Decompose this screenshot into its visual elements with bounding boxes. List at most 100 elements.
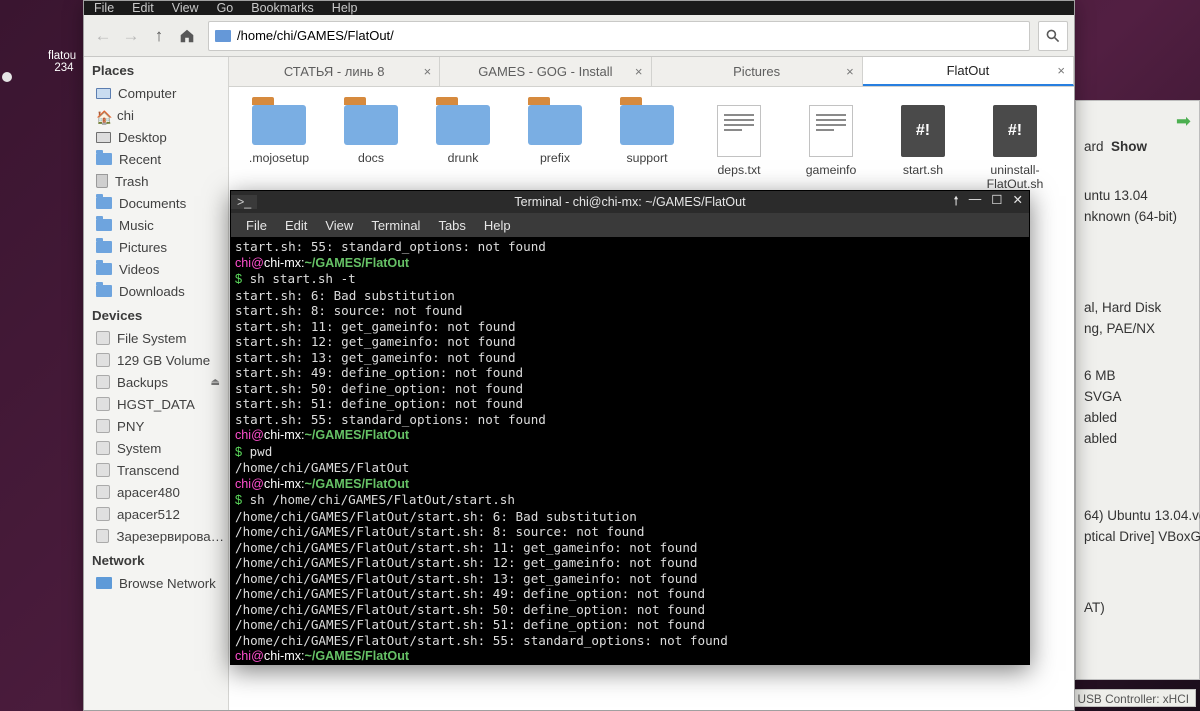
file-item-3[interactable]: prefix [515, 105, 595, 191]
term-menu-tabs[interactable]: Tabs [431, 215, 472, 236]
fm-menu-go[interactable]: Go [217, 1, 234, 15]
tab-close-icon[interactable]: × [424, 64, 432, 79]
sidebar-item-devices-4[interactable]: PNY [84, 415, 228, 437]
tab-close-icon[interactable]: × [846, 64, 854, 79]
term-menu-help[interactable]: Help [477, 215, 518, 236]
term-menu-terminal[interactable]: Terminal [364, 215, 427, 236]
file-item-2[interactable]: drunk [423, 105, 503, 191]
fm-menu-view[interactable]: View [172, 1, 199, 15]
fm-toolbar: ← → ↑ [84, 15, 1074, 57]
tab-label: FlatOut [947, 63, 990, 78]
sidebar-item-label: Browse Network [119, 576, 216, 591]
desktop-applet-circle [2, 72, 12, 82]
term-menu-edit[interactable]: Edit [278, 215, 314, 236]
sidebar-item-label: PNY [117, 419, 144, 434]
sidebar-item-devices-5[interactable]: System [84, 437, 228, 459]
tab-label: СТАТЬЯ - линь 8 [284, 64, 385, 79]
fm-menu-file[interactable]: File [94, 1, 114, 15]
background-window-right: ➡ ard Show untu 13.04 nknown (64-bit) al… [1075, 100, 1200, 680]
sidebar-item-devices-9[interactable]: Зарезервирова… [84, 525, 228, 547]
tab-label: Pictures [733, 64, 780, 79]
search-icon [1045, 28, 1061, 44]
tab-1[interactable]: GAMES - GOG - Install× [440, 57, 651, 86]
sidebar-item-label: Desktop [118, 130, 167, 145]
window-rollup-button[interactable]: 🠕 [953, 192, 958, 213]
sidebar-item-places-4[interactable]: Trash [84, 170, 228, 192]
sidebar-item-places-6[interactable]: Music [84, 214, 228, 236]
file-label: drunk [448, 151, 479, 165]
sidebar-item-label: Downloads [119, 284, 185, 299]
sidebar-item-label: System [117, 441, 161, 456]
terminal-menubar[interactable]: FileEditViewTerminalTabsHelp [231, 213, 1029, 237]
term-menu-file[interactable]: File [239, 215, 274, 236]
background-statusbar: USB Controller: xHCI [1071, 689, 1196, 707]
tab-2[interactable]: Pictures × [652, 57, 863, 86]
search-button[interactable] [1038, 21, 1068, 51]
sidebar-item-places-5[interactable]: Documents [84, 192, 228, 214]
file-item-5[interactable]: deps.txt [699, 105, 779, 191]
file-item-0[interactable]: .mojosetup [239, 105, 319, 191]
sidebar-item-label: Trash [115, 174, 149, 189]
sidebar-item-devices-1[interactable]: 129 GB Volume [84, 349, 228, 371]
fm-tabs: СТАТЬЯ - линь 8×GAMES - GOG - Install×Pi… [229, 57, 1074, 87]
sidebar-item-places-3[interactable]: Recent [84, 148, 228, 170]
file-label: deps.txt [717, 163, 760, 177]
sidebar-item-devices-6[interactable]: Transcend [84, 459, 228, 481]
term-menu-view[interactable]: View [318, 215, 360, 236]
nav-home-button[interactable] [174, 23, 200, 49]
tab-close-icon[interactable]: × [1057, 63, 1065, 78]
tab-close-icon[interactable]: × [635, 64, 643, 79]
folder-icon [436, 105, 490, 145]
window-minimize-button[interactable]: — [969, 192, 982, 213]
sidebar-item-devices-3[interactable]: HGST_DATA [84, 393, 228, 415]
file-item-7[interactable]: #!start.sh [883, 105, 963, 191]
sidebar-item-label: Music [119, 218, 154, 233]
sidebar-item-network-0[interactable]: Browse Network [84, 572, 228, 594]
sidebar-item-label: Videos [119, 262, 159, 277]
tab-3[interactable]: FlatOut × [863, 57, 1074, 86]
eject-icon[interactable]: ⏏ [211, 377, 224, 388]
sidebar-item-label: Recent [119, 152, 161, 167]
dock-icon-label: flatou 234 [48, 50, 76, 74]
sidebar-item-places-7[interactable]: Pictures [84, 236, 228, 258]
path-bar[interactable] [208, 21, 1030, 51]
script-file-icon: #! [901, 105, 945, 157]
file-item-8[interactable]: #!uninstall-FlatOut.sh [975, 105, 1055, 191]
nav-forward-button[interactable]: → [118, 23, 144, 49]
sidebar-item-places-9[interactable]: Downloads [84, 280, 228, 302]
sidebar-item-label: chi [117, 108, 134, 123]
nav-back-button[interactable]: ← [90, 23, 116, 49]
sidebar-item-label: Зарезервирова… [116, 529, 224, 544]
file-item-6[interactable]: gameinfo [791, 105, 871, 191]
sidebar-item-devices-2[interactable]: Backups ⏏ [84, 371, 228, 393]
fm-iconview[interactable]: .mojosetup docs drunk prefixsupport deps.txt… [229, 87, 1074, 201]
sidebar-item-label: Computer [118, 86, 176, 101]
folder-icon [344, 105, 398, 145]
tab-0[interactable]: СТАТЬЯ - линь 8 × [229, 57, 440, 86]
file-item-1[interactable]: docs [331, 105, 411, 191]
path-input[interactable] [237, 28, 1023, 43]
nav-up-button[interactable]: ↑ [146, 23, 172, 49]
window-maximize-button[interactable]: ☐ [991, 192, 1002, 213]
sidebar-item-places-1[interactable]: 🏠chi [84, 104, 228, 126]
terminal-body[interactable]: start.sh: 55: standard_options: not foun… [231, 237, 1029, 664]
sidebar-item-devices-7[interactable]: apacer480 [84, 481, 228, 503]
sidebar-item-places-8[interactable]: Videos [84, 258, 228, 280]
window-close-button[interactable]: ✕ [1013, 192, 1023, 213]
terminal-titlebar[interactable]: >_ Terminal - chi@chi-mx: ~/GAMES/FlatOu… [231, 191, 1029, 213]
titlebar-prompt-icon: >_ [231, 195, 257, 209]
fm-menu-bookmarks[interactable]: Bookmarks [251, 1, 314, 15]
text-file-icon [809, 105, 853, 157]
sidebar-item-label: Backups [117, 375, 168, 390]
sidebar-item-places-2[interactable]: Desktop [84, 126, 228, 148]
fm-menu-edit[interactable]: Edit [132, 1, 154, 15]
sidebar-item-devices-8[interactable]: apacer512 [84, 503, 228, 525]
fm-menubar[interactable]: File Edit View Go Bookmarks Help [84, 1, 1074, 15]
sidebar-item-label: HGST_DATA [117, 397, 195, 412]
folder-icon [528, 105, 582, 145]
sidebar-item-devices-0[interactable]: File System [84, 327, 228, 349]
file-item-4[interactable]: support [607, 105, 687, 191]
sidebar-item-places-0[interactable]: Computer [84, 82, 228, 104]
fm-menu-help[interactable]: Help [332, 1, 358, 15]
file-label: .mojosetup [249, 151, 309, 165]
